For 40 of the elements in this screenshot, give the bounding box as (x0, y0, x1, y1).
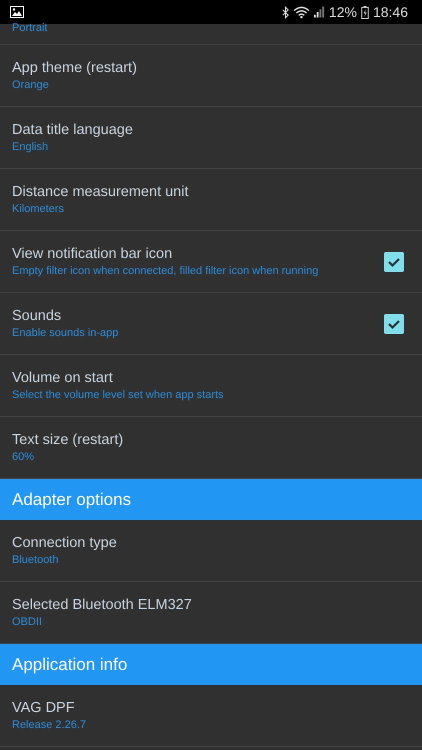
preference-summary: Enable sounds in-app (12, 327, 120, 339)
battery-percent: 12% (328, 4, 357, 20)
preference-summary: Portrait (12, 22, 48, 34)
checkbox-checked[interactable] (384, 314, 404, 334)
preference-title: Text size (restart) (12, 432, 124, 448)
preference-summary: Bluetooth (12, 554, 60, 566)
preference-title: View notification bar icon (12, 246, 174, 262)
preference-title: App theme (restart) (12, 60, 138, 76)
preference-summary: 60% (12, 451, 36, 463)
preference-summary: Orange (12, 79, 50, 91)
preference-summary: Kilometers (12, 203, 65, 215)
image-icon (10, 6, 24, 18)
wifi-icon (292, 6, 310, 18)
battery-icon (360, 6, 369, 18)
section-header: Application info (0, 644, 422, 685)
preference-title: Data title language (12, 122, 134, 138)
bluetooth-icon (282, 6, 289, 18)
preference-item[interactable]: Volume on start Select the volume level set when app starts (0, 355, 422, 417)
preference-item[interactable]: Data title language English (0, 107, 422, 169)
preference-title: Distance measurement unit (12, 184, 190, 200)
preference-summary: Select the volume level set when app starts (12, 389, 225, 401)
preference-item[interactable]: App theme (restart) Orange (0, 45, 422, 107)
preference-item[interactable]: Distance measurement unit Kilometers (0, 169, 422, 231)
section-header: Adapter options (0, 479, 422, 520)
preference-title: Selected Bluetooth ELM327 (12, 597, 193, 613)
preference-item[interactable]: Connection type Bluetooth (0, 520, 422, 582)
checkbox-checked[interactable] (384, 252, 404, 272)
preference-title: Sounds (12, 308, 62, 324)
preference-summary: Empty filter icon when connected, filled filter icon when running (12, 265, 320, 277)
preference-title: Connection type (12, 535, 118, 551)
preference-title: VAG DPF (12, 700, 76, 716)
preference-item[interactable]: Sounds Enable sounds in-app (0, 293, 422, 355)
clock: 18:46 (372, 4, 408, 20)
preference-item[interactable]: View notification bar icon Empty filter icon when connected, filled filter icon when running (0, 231, 422, 293)
preference-summary: OBDII (12, 616, 43, 628)
preference-title: Volume on start (12, 370, 114, 386)
preference-summary: Release 2.26.7 (12, 719, 87, 731)
preference-item[interactable]: VAG DPF Release 2.26.7 (0, 685, 422, 747)
signal-icon (314, 6, 325, 18)
preference-summary: English (12, 141, 50, 153)
